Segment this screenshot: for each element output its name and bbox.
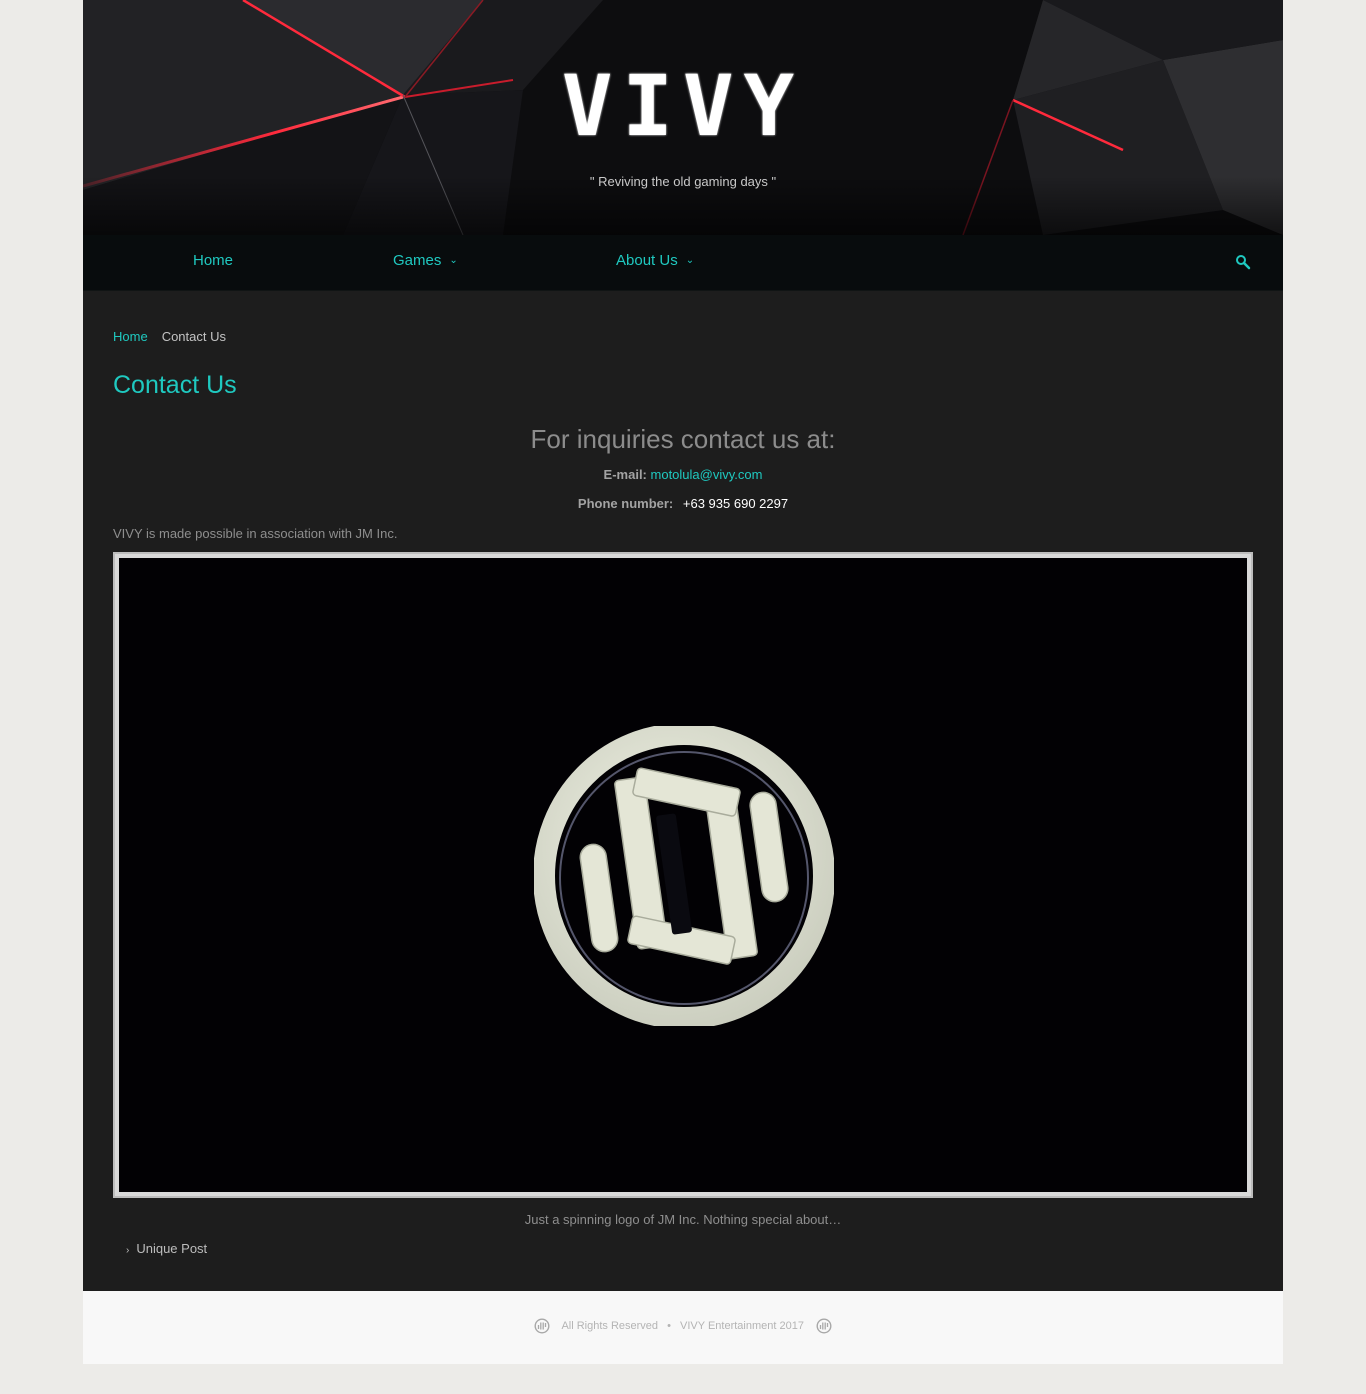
footer-separator: • (667, 1320, 671, 1332)
email-label: E-mail: (603, 467, 647, 482)
nav-item-about-us[interactable]: About Us ⌄ (616, 235, 694, 290)
association-text: VIVY is made possible in association wit… (113, 526, 398, 541)
phone-line: Phone number: +63 935 690 2297 (83, 496, 1283, 511)
post-navigation-link[interactable]: › Unique Post (126, 1241, 207, 1256)
email-line: E-mail: motolula@vivy.com (83, 467, 1283, 482)
media-frame (113, 552, 1253, 1198)
page-title: Contact Us (113, 371, 237, 399)
site-tagline: " Reviving the old gaming days " (589, 174, 777, 189)
chevron-down-icon: ⌄ (449, 255, 458, 267)
email-link[interactable]: motolula@vivy.com (651, 467, 763, 482)
footer-text: All Rights Reserved • VIVY Entertainment… (83, 1317, 1283, 1335)
footer-company: VIVY Entertainment 2017 (680, 1320, 804, 1332)
breadcrumb-current: Contact Us (161, 329, 226, 344)
nav-item-label: Games (393, 252, 442, 269)
jm-logo-icon (816, 1318, 832, 1334)
post-link-label: Unique Post (136, 1241, 208, 1256)
site-header: VIVY " Reviving the old gaming days " (83, 0, 1283, 235)
main-content: Home Contact Us Contact Us For inquiries … (83, 291, 1283, 1291)
inquiry-heading: For inquiries contact us at: (530, 424, 836, 454)
phone-number: +63 935 690 2297 (682, 496, 789, 511)
site-footer: All Rights Reserved • VIVY Entertainment… (83, 1291, 1283, 1364)
breadcrumb: Home Contact Us (113, 329, 226, 344)
media-caption: Just a spinning logo of JM Inc. Nothing … (524, 1212, 842, 1227)
nav-item-label: Home (193, 252, 234, 269)
footer-rights: All Rights Reserved (561, 1320, 659, 1332)
page-wrapper: VIVY " Reviving the old gaming days " Ho… (83, 0, 1283, 1364)
jm-logo-icon (534, 1318, 550, 1334)
phone-label: Phone number: (577, 496, 674, 511)
chevron-right-icon: › (126, 1245, 130, 1256)
logo-video[interactable] (119, 558, 1247, 1192)
search-icon[interactable] (1235, 254, 1251, 270)
nav-item-games[interactable]: Games ⌄ (393, 235, 458, 290)
breadcrumb-home-link[interactable]: Home (113, 329, 148, 344)
main-navigation: Home Games ⌄ About Us ⌄ (83, 235, 1283, 291)
nav-item-label: About Us (616, 252, 678, 269)
chevron-down-icon: ⌄ (685, 255, 695, 267)
nav-item-home[interactable]: Home (193, 235, 233, 290)
site-title[interactable]: VIVY (83, 58, 1283, 154)
jm-logo-icon (534, 726, 834, 1026)
